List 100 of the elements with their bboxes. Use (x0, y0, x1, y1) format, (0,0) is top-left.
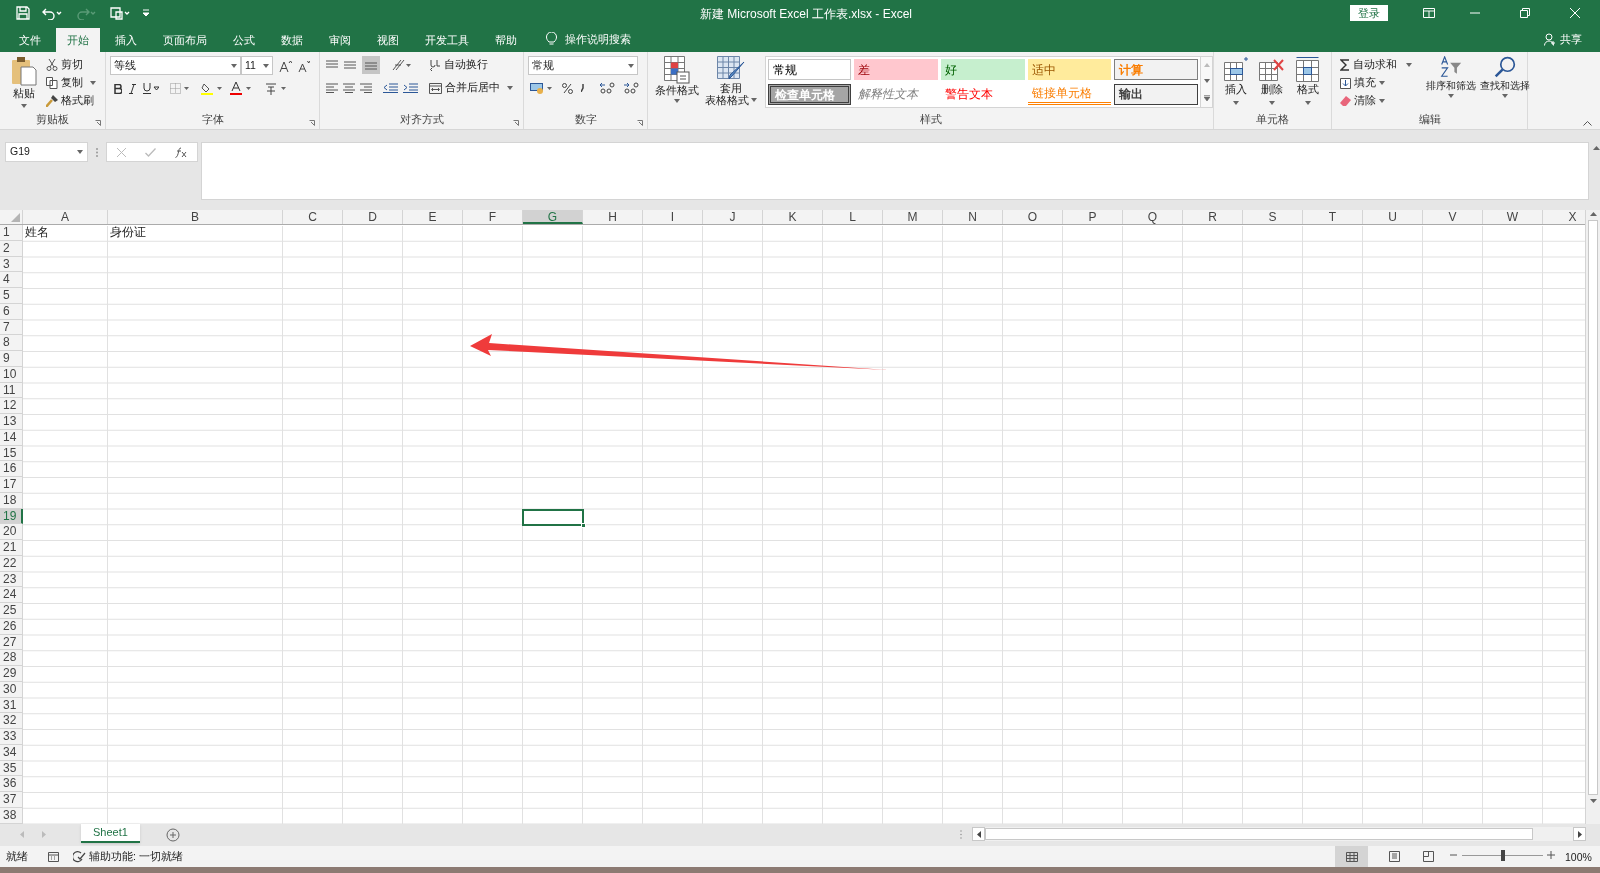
dialog-launcher-icon[interactable] (637, 120, 643, 126)
gallery-down-icon[interactable] (1203, 79, 1210, 83)
column-header[interactable]: Q (1123, 210, 1183, 224)
column-header[interactable]: I (643, 210, 703, 224)
collapse-formula-bar-icon[interactable] (1593, 146, 1600, 150)
scroll-down-icon[interactable] (1589, 799, 1597, 803)
bold-icon[interactable] (114, 83, 122, 94)
row-header[interactable]: 32 (0, 713, 23, 729)
align-center-icon[interactable] (343, 83, 355, 93)
undo-icon[interactable] (42, 6, 64, 20)
column-header[interactable]: A (23, 210, 108, 224)
ribbon-tab[interactable]: 页面布局 (152, 28, 218, 52)
dropdown-icon[interactable] (263, 63, 269, 68)
column-header[interactable]: H (583, 210, 643, 224)
column-header[interactable]: V (1423, 210, 1483, 224)
ribbon-tab[interactable]: 插入 (104, 28, 148, 52)
increase-decimal-icon[interactable] (599, 82, 615, 94)
clear-button[interactable]: 清除 (1338, 92, 1422, 110)
tell-me-search[interactable]: 操作说明搜索 (565, 30, 631, 48)
row-header[interactable]: 8 (0, 335, 23, 351)
column-header[interactable]: R (1183, 210, 1243, 224)
sort-filter-button[interactable]: 排序和筛选 (1426, 56, 1476, 98)
dialog-launcher-icon[interactable] (309, 120, 315, 126)
page-break-view-icon[interactable] (1423, 851, 1434, 862)
row-header[interactable]: 16 (0, 461, 23, 477)
splitter-handle-icon[interactable] (960, 830, 962, 839)
text-orientation-icon[interactable] (392, 59, 412, 71)
font-name-field[interactable]: 等线 (110, 56, 241, 75)
column-header[interactable]: C (283, 210, 343, 224)
ribbon-tab[interactable]: 文件 (8, 28, 52, 52)
gallery-more-icon[interactable] (1203, 95, 1210, 101)
formula-input[interactable] (200, 142, 1589, 200)
page-layout-view-icon[interactable] (1389, 851, 1400, 862)
font-size-field[interactable]: 11 (241, 56, 273, 75)
column-header[interactable]: G (523, 210, 583, 224)
delete-button[interactable]: 删除 (1256, 56, 1288, 105)
insert-function-icon[interactable] (175, 146, 188, 158)
fill-button[interactable]: 填充 (1338, 74, 1422, 92)
dropdown-icon[interactable] (76, 150, 83, 154)
scroll-left-icon[interactable] (976, 830, 981, 838)
column-header[interactable]: E (403, 210, 463, 224)
decrease-decimal-icon[interactable] (623, 82, 639, 94)
column-header[interactable]: J (703, 210, 763, 224)
row-header[interactable]: 1 (0, 225, 23, 241)
customize-toolbar-icon[interactable] (142, 9, 150, 17)
merge-center-button[interactable]: 合并后居中 (427, 79, 515, 97)
save-icon[interactable] (16, 6, 30, 20)
font-color-icon[interactable] (230, 82, 252, 95)
format-painter-button[interactable]: 格式刷 (44, 92, 98, 110)
column-header[interactable]: O (1003, 210, 1063, 224)
column-header[interactable]: W (1483, 210, 1543, 224)
sheet-tab[interactable]: Sheet1 (81, 824, 140, 843)
ribbon-tab[interactable]: 开始 (56, 28, 100, 52)
drag-handle-icon[interactable] (95, 148, 98, 157)
scroll-up-icon[interactable] (1589, 212, 1597, 216)
cell-style-swatch[interactable]: 常规 (767, 59, 852, 80)
column-header[interactable]: B (108, 210, 283, 224)
insert-button[interactable]: 插入 (1220, 56, 1252, 105)
share-button[interactable]: 共享 (1560, 30, 1582, 48)
zoom-level[interactable]: 100% (1565, 850, 1592, 866)
name-box[interactable]: G19 (5, 142, 88, 162)
row-header[interactable]: 33 (0, 729, 23, 745)
increase-indent-icon[interactable] (403, 83, 418, 93)
row-header[interactable]: 37 (0, 792, 23, 808)
conditional-formatting-button[interactable]: 条件格式 (654, 56, 700, 103)
print-preview-icon[interactable] (110, 6, 130, 20)
restore-icon[interactable] (1520, 8, 1530, 18)
accessibility-icon[interactable] (73, 850, 87, 863)
horizontal-scrollbar-thumb[interactable] (985, 828, 1533, 840)
row-header[interactable]: 13 (0, 414, 23, 430)
column-header[interactable]: U (1363, 210, 1423, 224)
accounting-format-icon[interactable] (530, 82, 554, 94)
dropdown-icon[interactable] (231, 63, 237, 68)
number-format-field[interactable]: 常规 (528, 56, 638, 75)
accessibility-status[interactable]: 辅助功能: 一切就绪 (89, 848, 183, 865)
increase-font-size-icon[interactable] (279, 59, 292, 72)
column-header[interactable]: L (823, 210, 883, 224)
format-as-table-button[interactable]: 套用 表格格式 (703, 56, 759, 106)
dialog-launcher-icon[interactable] (513, 120, 519, 126)
column-header[interactable]: M (883, 210, 943, 224)
align-right-icon[interactable] (360, 83, 372, 93)
scroll-right-icon[interactable] (1577, 830, 1582, 838)
row-header[interactable]: 29 (0, 666, 23, 682)
cut-button[interactable]: 剪切 (44, 56, 98, 74)
cell-style-swatch[interactable]: 输出 (1114, 83, 1198, 105)
ribbon-tab[interactable]: 开发工具 (414, 28, 480, 52)
login-button[interactable]: 登录 (1350, 5, 1388, 21)
row-header[interactable]: 5 (0, 288, 23, 304)
comma-style-icon[interactable] (581, 84, 585, 92)
align-left-icon[interactable] (326, 83, 338, 93)
row-header[interactable]: 28 (0, 650, 23, 666)
column-header[interactable]: S (1243, 210, 1303, 224)
row-header[interactable]: 21 (0, 540, 23, 556)
decrease-font-size-icon[interactable] (298, 59, 310, 72)
ribbon-tab[interactable]: 审阅 (318, 28, 362, 52)
column-header[interactable]: K (763, 210, 823, 224)
column-header[interactable]: D (343, 210, 403, 224)
row-header[interactable]: 25 (0, 603, 23, 619)
dialog-launcher-icon[interactable] (95, 120, 101, 126)
zoom-in-icon[interactable] (1547, 849, 1555, 861)
